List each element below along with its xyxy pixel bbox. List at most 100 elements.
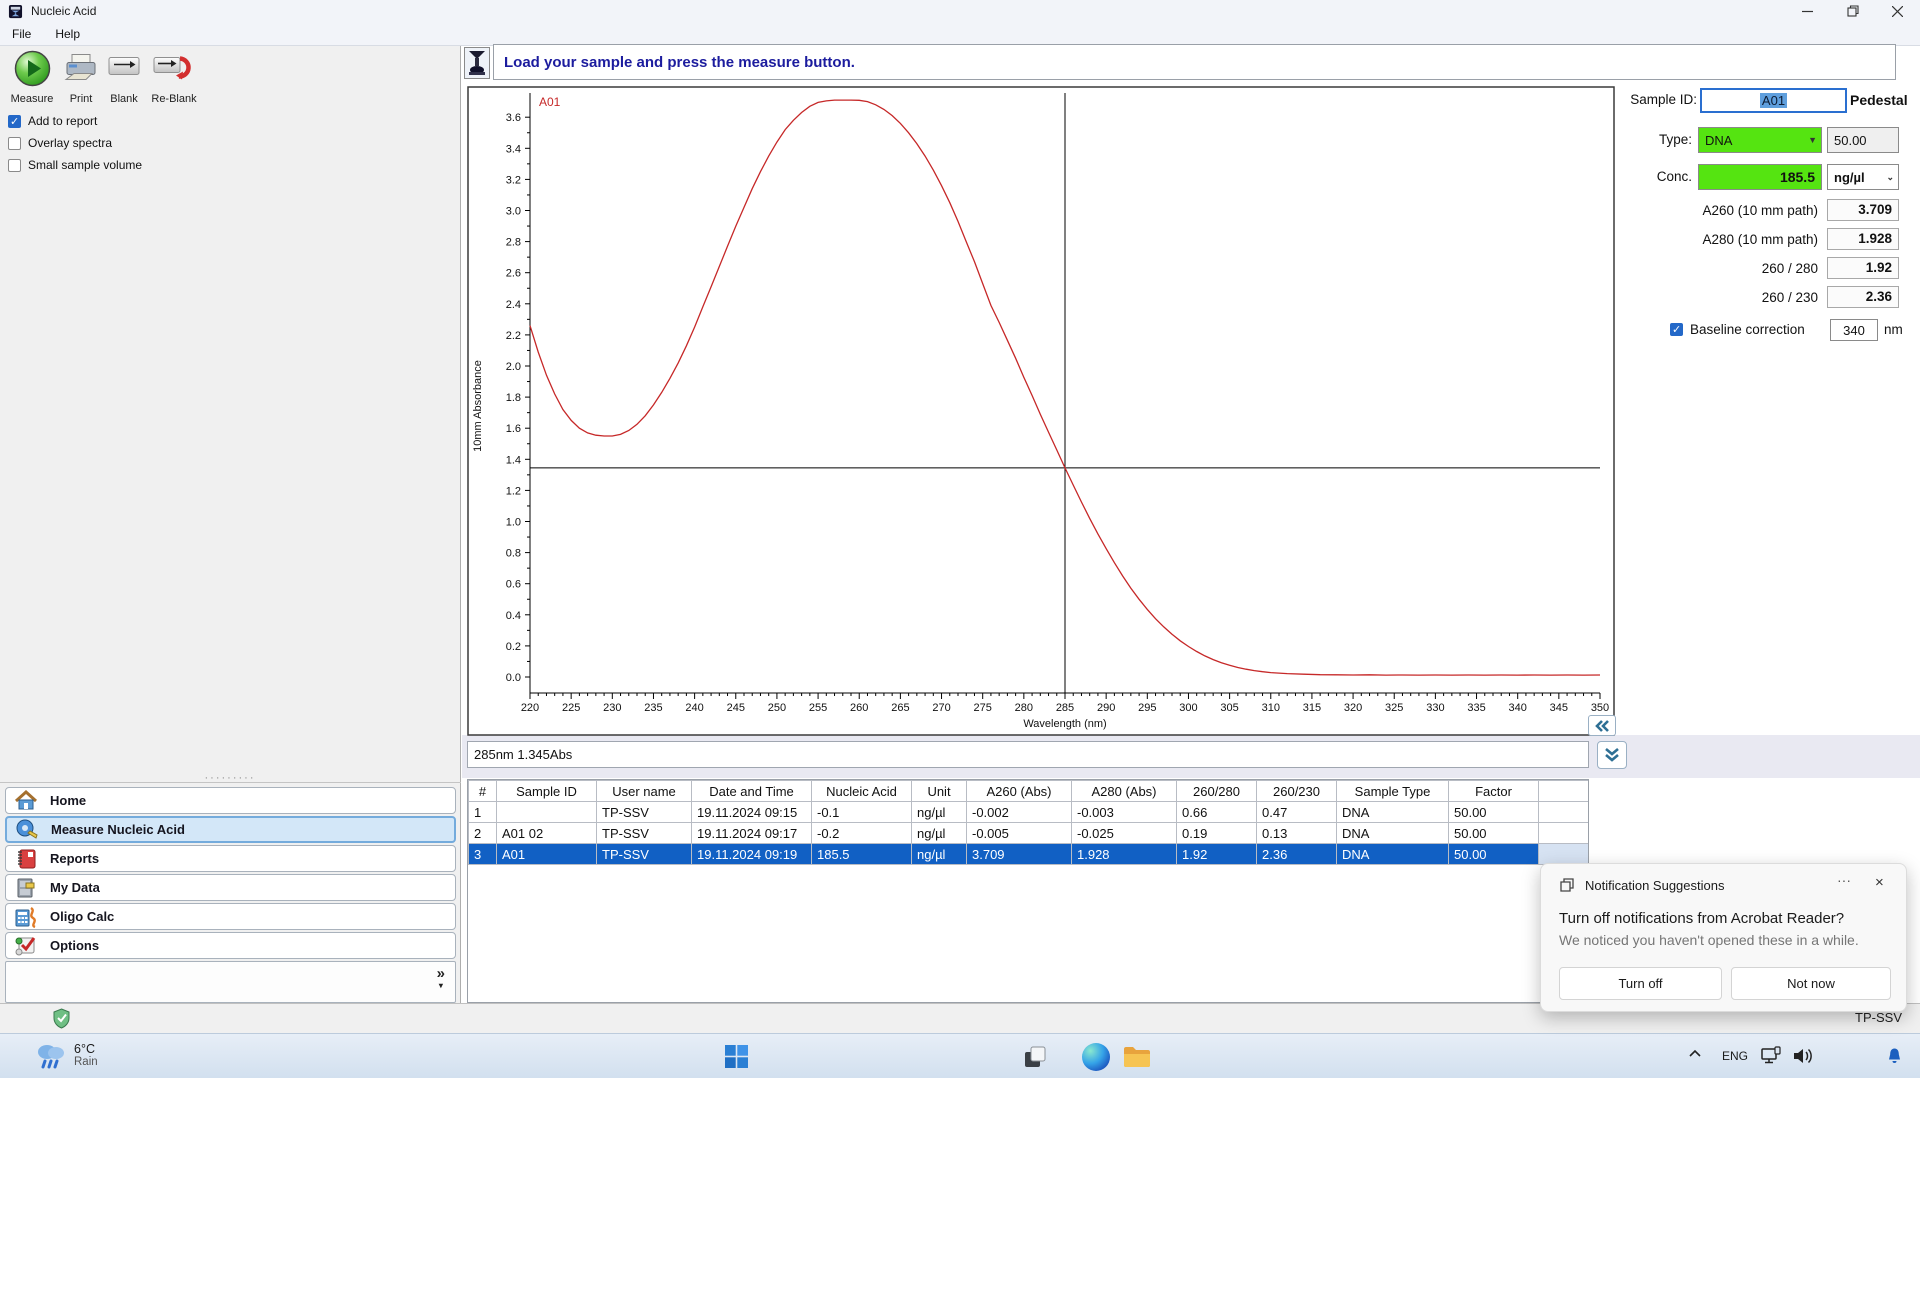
sidebar-item-oligo-calc[interactable]: Oligo Calc [5, 903, 456, 930]
table-cell[interactable]: -0.1 [812, 802, 912, 823]
menu-help[interactable]: Help [43, 27, 92, 41]
table-cell[interactable]: 50.00 [1449, 844, 1539, 865]
table-cell[interactable]: 1 [469, 802, 497, 823]
table-cell[interactable]: 3.709 [967, 844, 1072, 865]
table-cell[interactable]: DNA [1337, 802, 1449, 823]
turn-off-button[interactable]: Turn off [1559, 967, 1722, 1000]
baseline-correction-checkbox[interactable]: Baseline correction [1670, 322, 1805, 337]
minimize-button[interactable] [1785, 0, 1830, 22]
col-a280[interactable]: A280 (Abs) [1072, 781, 1177, 802]
col-sample-id[interactable]: Sample ID [497, 781, 597, 802]
table-cell[interactable]: -0.003 [1072, 802, 1177, 823]
table-cell[interactable] [497, 802, 597, 823]
menu-file[interactable]: File [0, 27, 43, 41]
conc-unit-dropdown[interactable]: ng/µl ⌄ [1827, 164, 1899, 190]
sidebar-item-options[interactable]: Options [5, 932, 456, 959]
table-row[interactable]: 3A01TP-SSV19.11.2024 09:19185.5ng/µl3.70… [469, 844, 1590, 865]
blank-button[interactable]: Blank [104, 50, 144, 105]
table-cell[interactable]: 1.92 [1177, 844, 1257, 865]
col-nucleic-acid[interactable]: Nucleic Acid [812, 781, 912, 802]
col-num[interactable]: # [469, 781, 497, 802]
table-cell[interactable]: 19.11.2024 09:17 [692, 823, 812, 844]
volume-button[interactable] [1792, 1046, 1814, 1066]
col-date-time[interactable]: Date and Time [692, 781, 812, 802]
table-cell[interactable]: 2.36 [1257, 844, 1337, 865]
table-cell[interactable]: 2 [469, 823, 497, 844]
col-factor[interactable]: Factor [1449, 781, 1539, 802]
table-cell[interactable]: 0.19 [1177, 823, 1257, 844]
sidebar-item-measure-nucleic-acid[interactable]: Measure Nucleic Acid [5, 816, 456, 843]
sidebar-item-reports[interactable]: Reports [5, 845, 456, 872]
add-to-report-checkbox[interactable]: Add to report [8, 114, 97, 128]
task-view-button[interactable] [1023, 1045, 1047, 1069]
col-sample-type[interactable]: Sample Type [1337, 781, 1449, 802]
table-cell[interactable]: -0.005 [967, 823, 1072, 844]
security-shield-icon [52, 1008, 71, 1029]
table-cell[interactable]: A01 02 [497, 823, 597, 844]
table-cell[interactable]: TP-SSV [597, 823, 692, 844]
table-cell[interactable]: A01 [497, 844, 597, 865]
table-cell[interactable]: TP-SSV [597, 802, 692, 823]
sidebar-item-home[interactable]: Home [5, 787, 456, 814]
table-cell[interactable]: 50.00 [1449, 823, 1539, 844]
svg-text:2.0: 2.0 [506, 361, 521, 373]
not-now-button[interactable]: Not now [1731, 967, 1891, 1000]
table-cell[interactable]: 185.5 [812, 844, 912, 865]
results-table[interactable]: # Sample ID User name Date and Time Nucl… [468, 780, 1589, 865]
sample-id-input[interactable]: A01 [1700, 88, 1847, 113]
col-260-230[interactable]: 260/230 [1257, 781, 1337, 802]
close-icon[interactable]: × [1875, 874, 1884, 891]
svg-text:325: 325 [1385, 702, 1403, 714]
table-cell[interactable]: -0.025 [1072, 823, 1177, 844]
print-button[interactable]: Print [58, 50, 104, 105]
chart-collapse-button[interactable] [1588, 715, 1616, 736]
table-cell[interactable]: 0.66 [1177, 802, 1257, 823]
table-row[interactable]: 1 TP-SSV19.11.2024 09:15-0.1ng/µl-0.002-0… [469, 802, 1590, 823]
type-factor-field[interactable]: 50.00 [1827, 127, 1899, 153]
table-cell[interactable]: 1.928 [1072, 844, 1177, 865]
spectrum-chart[interactable]: 2202252302352402452502552602652702752802… [467, 86, 1616, 737]
table-cell[interactable]: -0.002 [967, 802, 1072, 823]
sidebar-item-my-data[interactable]: My Data [5, 874, 456, 901]
table-cell[interactable]: DNA [1337, 844, 1449, 865]
notification-center-button[interactable] [1886, 1047, 1903, 1065]
table-row[interactable]: 2A01 02TP-SSV19.11.2024 09:17-0.2ng/µl-0… [469, 823, 1590, 844]
col-user-name[interactable]: User name [597, 781, 692, 802]
tray-overflow-button[interactable] [1688, 1048, 1702, 1058]
close-button[interactable] [1875, 0, 1920, 22]
baseline-wavelength-input[interactable]: 340 [1830, 319, 1878, 341]
measure-button[interactable]: Measure [6, 50, 58, 105]
col-a260[interactable]: A260 (Abs) [967, 781, 1072, 802]
table-cell[interactable]: 50.00 [1449, 802, 1539, 823]
table-cell[interactable]: 19.11.2024 09:15 [692, 802, 812, 823]
table-expand-button[interactable] [1597, 741, 1627, 769]
table-cell[interactable]: DNA [1337, 823, 1449, 844]
network-button[interactable] [1760, 1046, 1782, 1066]
overlay-spectra-checkbox[interactable]: Overlay spectra [8, 136, 112, 150]
small-sample-volume-checkbox[interactable]: Small sample volume [8, 158, 142, 172]
language-indicator[interactable]: ENG [1722, 1049, 1748, 1063]
table-cell[interactable]: ng/µl [912, 844, 967, 865]
chevron-double-right-icon: »▾ [437, 968, 445, 992]
file-explorer-button[interactable] [1122, 1043, 1152, 1071]
table-cell[interactable]: 19.11.2024 09:19 [692, 844, 812, 865]
reblank-button[interactable]: Re-Blank [148, 50, 200, 105]
type-dropdown[interactable]: DNA ▼ [1698, 127, 1822, 153]
weather-widget[interactable]: 6°C Rain [34, 1038, 98, 1072]
restore-button[interactable] [1830, 0, 1875, 22]
table-header-row: # Sample ID User name Date and Time Nucl… [469, 781, 1590, 802]
table-cell[interactable]: ng/µl [912, 802, 967, 823]
table-cell[interactable]: 0.47 [1257, 802, 1337, 823]
col-260-280[interactable]: 260/280 [1177, 781, 1257, 802]
conc-field[interactable]: 185.5 [1698, 164, 1822, 190]
table-cell[interactable]: 3 [469, 844, 497, 865]
table-cell[interactable]: TP-SSV [597, 844, 692, 865]
col-unit[interactable]: Unit [912, 781, 967, 802]
table-cell[interactable]: 0.13 [1257, 823, 1337, 844]
start-button[interactable] [725, 1045, 748, 1068]
table-cell[interactable]: ng/µl [912, 823, 967, 844]
more-options-icon[interactable]: ··· [1837, 872, 1851, 888]
table-cell[interactable]: -0.2 [812, 823, 912, 844]
sidebar-collapse-bar[interactable]: »▾ [5, 961, 456, 1003]
edge-browser-button[interactable] [1082, 1043, 1110, 1071]
